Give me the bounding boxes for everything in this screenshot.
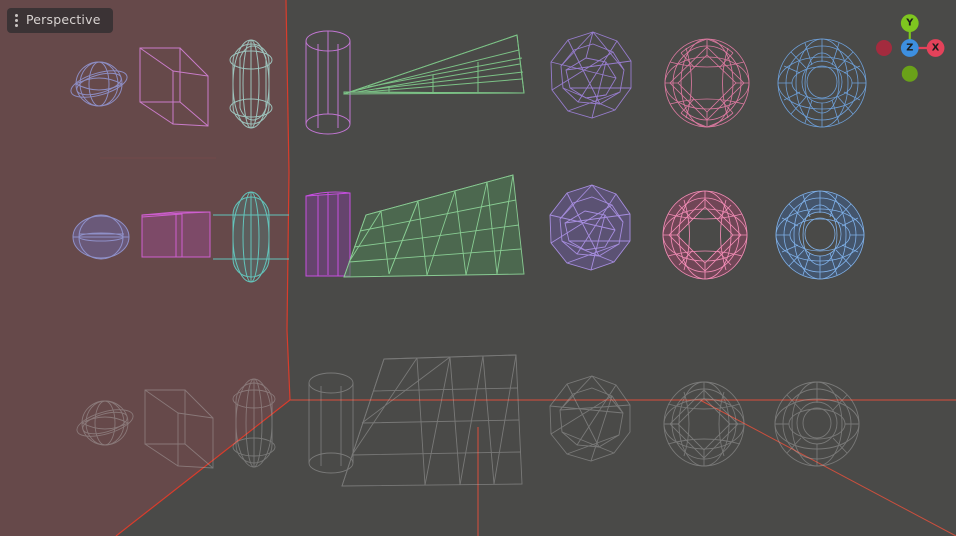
- object-torus-row2[interactable]: [775, 190, 865, 280]
- object-torus-row1[interactable]: [777, 38, 867, 128]
- gizmo-ball-negative-y[interactable]: [901, 65, 918, 82]
- gizmo-ball-negative-x[interactable]: [876, 40, 892, 56]
- object-uv-sphere-row2[interactable]: [72, 214, 130, 260]
- object-torus-knot-row3[interactable]: [663, 381, 745, 467]
- view-label-text: Perspective: [26, 12, 101, 28]
- navigation-axis-gizmo[interactable]: Y X Z: [868, 6, 948, 90]
- object-torus-knot-row1[interactable]: [664, 38, 750, 128]
- gizmo-label-x: X: [932, 43, 940, 54]
- object-cube-row2[interactable]: [141, 211, 211, 258]
- scene-canvas[interactable]: [0, 0, 956, 536]
- object-ico-sphere-row1[interactable]: [550, 31, 632, 119]
- object-torus-row3[interactable]: [774, 381, 860, 467]
- vertical-dots-icon[interactable]: [15, 14, 19, 27]
- view-label-badge[interactable]: Perspective: [7, 8, 113, 33]
- object-ico-sphere-row2[interactable]: [549, 184, 631, 271]
- object-ico-sphere-row3[interactable]: [549, 375, 631, 462]
- object-cylinder-row2[interactable]: [305, 191, 351, 277]
- object-torus-knot-row2[interactable]: [662, 190, 748, 280]
- object-cylinder-row3[interactable]: [308, 372, 354, 474]
- object-cylinder-row1[interactable]: [305, 30, 351, 135]
- object-grid-plane-row1[interactable]: [343, 34, 525, 95]
- viewport-3d[interactable]: Perspective Y X Z: [0, 0, 956, 536]
- gizmo-label-z: Z: [906, 43, 913, 54]
- object-grid-plane-row3[interactable]: [341, 354, 523, 487]
- gizmo-label-y: Y: [905, 18, 914, 29]
- object-grid-plane-row2[interactable]: [343, 174, 525, 278]
